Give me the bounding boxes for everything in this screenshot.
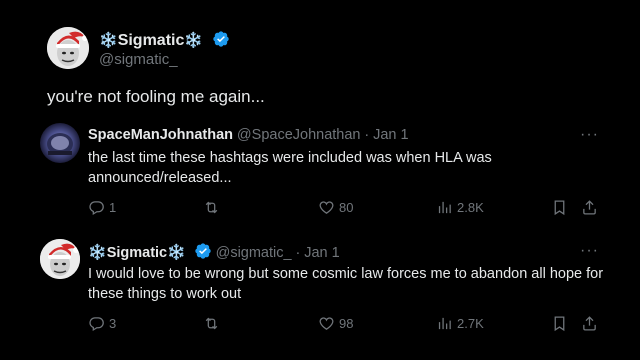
views-icon [438,201,451,214]
avatar[interactable] [40,239,80,279]
reply-date[interactable]: Jan 1 [373,127,408,143]
share-button[interactable] [581,199,598,216]
reply-icon [89,201,104,216]
bookmark-icon [554,200,565,216]
retweet-button[interactable] [203,315,224,332]
retweet-icon [205,317,218,330]
reply-actions: 3 98 2.7K [88,315,598,335]
reply-text: the last time these hashtags were includ… [88,150,492,186]
bookmark-button[interactable] [551,315,568,332]
author-handle[interactable]: @sigmatic_ [99,51,178,68]
more-icon[interactable]: ··· [580,126,599,144]
snowflake-icon: ❄️ [167,244,186,261]
reply-count: 3 [109,316,117,331]
retweet-icon [205,201,218,214]
reply-text: I would love to be wrong but some cosmic… [88,266,604,302]
snowflake-icon: ❄️ [99,32,118,49]
views-icon [438,317,451,330]
views-count: 2.8K [457,200,484,215]
reply-author-handle[interactable]: @SpaceJohnathan [237,127,361,143]
verified-badge-icon [195,243,211,259]
reply-count: 1 [109,200,117,215]
heart-icon [319,317,334,330]
reply-icon [89,317,104,332]
like-count: 80 [339,200,354,215]
separator-dot: · [364,127,370,143]
more-icon[interactable]: ··· [580,242,599,260]
bookmark-icon [554,316,565,332]
snowflake-icon: ❄️ [184,32,204,49]
views-button[interactable]: 2.8K [436,199,484,216]
post-text: you're not fooling me again... [47,87,265,106]
avatar[interactable] [40,123,80,163]
reply-button[interactable]: 1 [88,199,116,216]
like-count: 98 [339,316,354,331]
separator-dot: · [295,245,301,261]
author-name[interactable]: ❄️Sigmatic❄️ [99,30,230,50]
reply-button[interactable]: 3 [88,315,116,332]
verified-badge-icon [212,31,229,47]
heart-icon [319,201,334,214]
bookmark-button[interactable] [551,199,568,216]
reply-header: SpaceManJohnathan @SpaceJohnathan · Jan … [88,126,409,143]
share-button[interactable] [581,315,598,332]
reply-date[interactable]: Jan 1 [304,245,339,261]
reply-author-name[interactable]: Sigmatic [107,245,167,261]
snowflake-icon: ❄️ [88,244,107,261]
share-icon [583,200,596,215]
reply-header: ❄️Sigmatic❄️ @sigmatic_ · Jan 1 [88,242,340,261]
reply-author-name[interactable]: SpaceManJohnathan [88,127,233,143]
like-button[interactable]: 98 [318,315,353,332]
like-button[interactable]: 80 [318,199,353,216]
reply-actions: 1 80 2.8K [88,199,598,219]
views-button[interactable]: 2.7K [436,315,484,332]
reply-author-handle[interactable]: @sigmatic_ [216,245,292,261]
retweet-button[interactable] [203,199,224,216]
views-count: 2.7K [457,316,484,331]
share-icon [583,316,596,331]
avatar[interactable] [47,27,89,69]
